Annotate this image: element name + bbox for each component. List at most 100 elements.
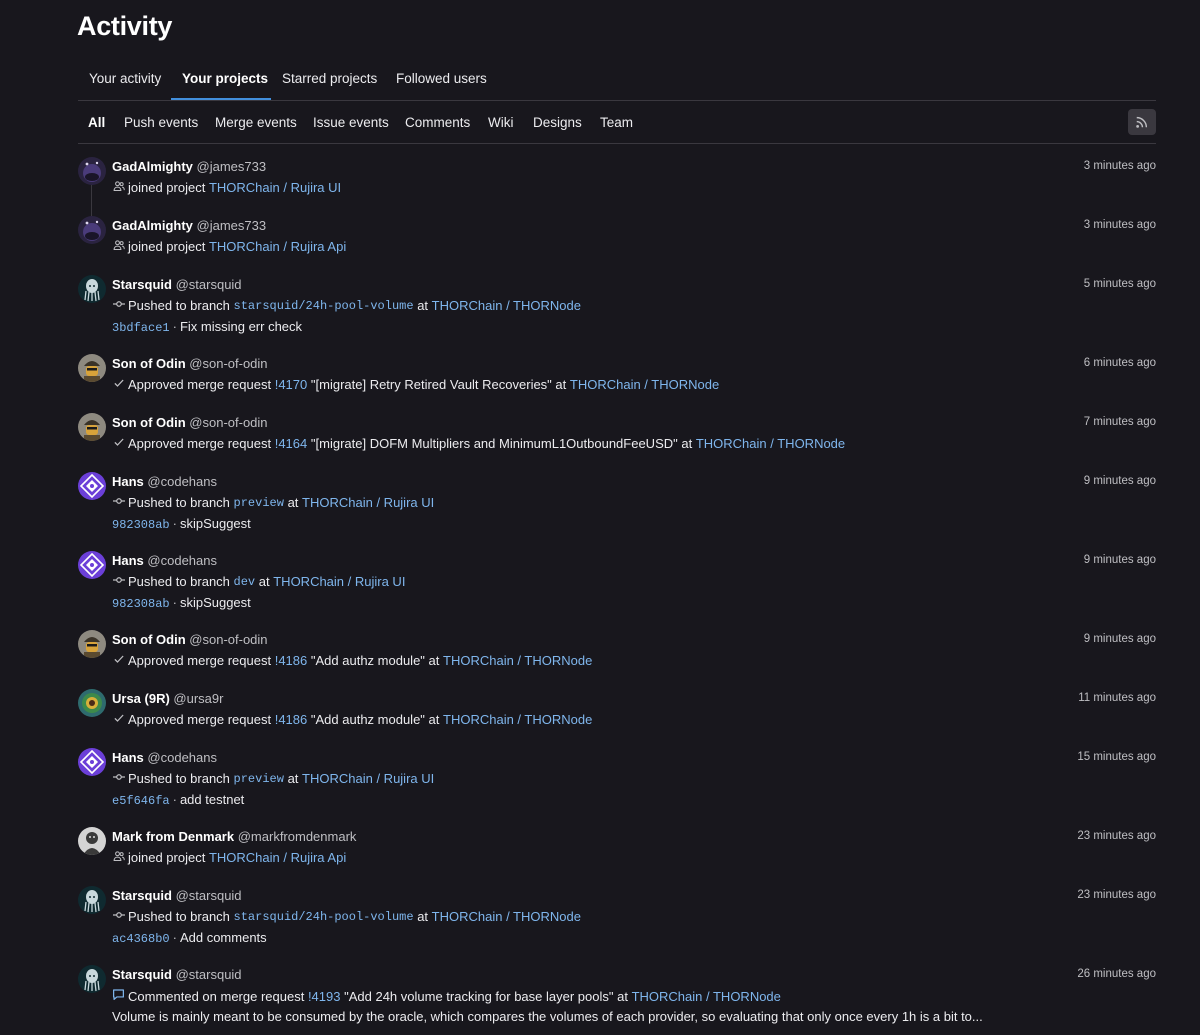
commit-icon <box>112 298 125 313</box>
tab-your-projects[interactable]: Your projects <box>182 71 268 86</box>
author-name[interactable]: Starsquid <box>112 967 172 982</box>
avatar[interactable] <box>78 216 106 244</box>
event-author: GadAlmighty @james733 <box>112 159 266 174</box>
avatar[interactable] <box>78 354 106 382</box>
project-link[interactable]: THORChain / THORNode <box>443 653 592 668</box>
avatar[interactable] <box>78 748 106 776</box>
filter-merge-events[interactable]: Merge events <box>215 115 297 130</box>
branch-link[interactable]: starsquid/24h-pool-volume <box>234 299 414 313</box>
author-handle[interactable]: @starsquid <box>176 967 242 982</box>
commit-sha-link[interactable]: e5f646fa <box>112 794 170 808</box>
tab-starred-projects[interactable]: Starred projects <box>282 71 377 86</box>
at-text: at <box>417 909 429 924</box>
action-text: Pushed to branch <box>128 298 230 313</box>
author-handle[interactable]: @ursa9r <box>173 691 223 706</box>
filter-issue-events[interactable]: Issue events <box>313 115 389 130</box>
separator: · <box>172 595 177 610</box>
avatar[interactable] <box>78 689 106 717</box>
avatar[interactable] <box>78 275 106 303</box>
author-handle[interactable]: @codehans <box>147 553 217 568</box>
author-name[interactable]: Mark from Denmark <box>112 829 234 844</box>
activity-tabs: Your activity Your projects Starred proj… <box>78 60 1156 101</box>
avatar[interactable] <box>78 827 106 855</box>
project-link[interactable]: THORChain / THORNode <box>632 989 781 1004</box>
action-text: Approved merge request <box>128 377 272 392</box>
author-handle[interactable]: @james733 <box>197 218 267 233</box>
event-author: Hans @codehans <box>112 750 217 765</box>
author-name[interactable]: Son of Odin <box>112 632 186 647</box>
author-handle[interactable]: @starsquid <box>176 277 242 292</box>
author-name[interactable]: Son of Odin <box>112 415 186 430</box>
filter-team[interactable]: Team <box>600 115 633 130</box>
tab-your-activity[interactable]: Your activity <box>89 71 161 86</box>
filter-push-events[interactable]: Push events <box>124 115 198 130</box>
filter-designs[interactable]: Designs <box>533 115 582 130</box>
project-link[interactable]: THORChain / THORNode <box>432 298 581 313</box>
branch-link[interactable]: starsquid/24h-pool-volume <box>234 910 414 924</box>
author-name[interactable]: Starsquid <box>112 888 172 903</box>
filter-all[interactable]: All <box>88 115 105 130</box>
filter-comments[interactable]: Comments <box>405 115 470 130</box>
author-name[interactable]: GadAlmighty <box>112 159 193 174</box>
avatar[interactable] <box>78 886 106 914</box>
project-link[interactable]: THORChain / THORNode <box>443 712 592 727</box>
author-name[interactable]: Hans <box>112 553 144 568</box>
author-handle[interactable]: @starsquid <box>176 888 242 903</box>
project-link[interactable]: THORChain / THORNode <box>696 436 845 451</box>
filter-wiki[interactable]: Wiki <box>488 115 514 130</box>
project-link[interactable]: THORChain / Rujira UI <box>302 495 434 510</box>
avatar[interactable] <box>78 472 106 500</box>
event-action: Pushed to branch starsquid/24h-pool-volu… <box>112 298 581 313</box>
merge-request-link[interactable]: !4170 <box>275 377 308 392</box>
project-link[interactable]: THORChain / THORNode <box>432 909 581 924</box>
author-handle[interactable]: @son-of-odin <box>189 356 267 371</box>
commit-message: add testnet <box>179 792 245 807</box>
merge-request-link[interactable]: !4186 <box>275 712 308 727</box>
branch-link[interactable]: preview <box>234 496 284 510</box>
author-handle[interactable]: @son-of-odin <box>189 415 267 430</box>
event-action: Approved merge request !4164 "[migrate] … <box>112 436 845 451</box>
author-handle[interactable]: @james733 <box>197 159 267 174</box>
avatar[interactable] <box>78 630 106 658</box>
author-handle[interactable]: @markfromdenmark <box>238 829 357 844</box>
author-name[interactable]: GadAlmighty <box>112 218 193 233</box>
author-handle[interactable]: @codehans <box>147 474 217 489</box>
author-handle[interactable]: @codehans <box>147 750 217 765</box>
avatar[interactable] <box>78 551 106 579</box>
author-name[interactable]: Hans <box>112 750 144 765</box>
commit-sha-link[interactable]: 982308ab <box>112 597 170 611</box>
project-link[interactable]: THORChain / Rujira UI <box>302 771 434 786</box>
author-name[interactable]: Starsquid <box>112 277 172 292</box>
avatar[interactable] <box>78 413 106 441</box>
at-text: at <box>617 988 628 1004</box>
avatar[interactable] <box>78 965 106 993</box>
project-link[interactable]: THORChain / Rujira UI <box>273 574 405 589</box>
tab-followed-users[interactable]: Followed users <box>396 71 487 86</box>
author-name[interactable]: Hans <box>112 474 144 489</box>
merge-request-link[interactable]: !4193 <box>308 989 341 1004</box>
merge-request-link[interactable]: !4186 <box>275 653 308 668</box>
project-link[interactable]: THORChain / Rujira Api <box>209 850 346 865</box>
event-action: Pushed to branch preview at THORChain / … <box>112 771 434 786</box>
project-link[interactable]: THORChain / THORNode <box>570 377 719 392</box>
commit-sha-link[interactable]: 3bdface1 <box>112 321 170 335</box>
check-icon <box>112 436 125 451</box>
commit-sha-link[interactable]: ac4368b0 <box>112 932 170 946</box>
event-action: Pushed to branch starsquid/24h-pool-volu… <box>112 909 581 924</box>
commit-icon <box>112 574 125 589</box>
branch-link[interactable]: preview <box>234 772 284 786</box>
commit-sha-link[interactable]: 982308ab <box>112 518 170 532</box>
action-text: Approved merge request <box>128 653 272 668</box>
author-handle[interactable]: @son-of-odin <box>189 632 267 647</box>
rss-feed-button[interactable] <box>1128 109 1156 135</box>
project-link[interactable]: THORChain / Rujira UI <box>209 180 341 195</box>
branch-link[interactable]: dev <box>234 575 256 589</box>
avatar[interactable] <box>78 157 106 185</box>
author-name[interactable]: Ursa (9R) <box>112 691 170 706</box>
event-time: 11 minutes ago <box>1078 692 1156 704</box>
author-name[interactable]: Son of Odin <box>112 356 186 371</box>
project-link[interactable]: THORChain / Rujira Api <box>209 239 346 254</box>
users-icon <box>112 239 125 254</box>
merge-request-link[interactable]: !4164 <box>275 436 308 451</box>
commit-message: Add comments <box>179 930 267 945</box>
